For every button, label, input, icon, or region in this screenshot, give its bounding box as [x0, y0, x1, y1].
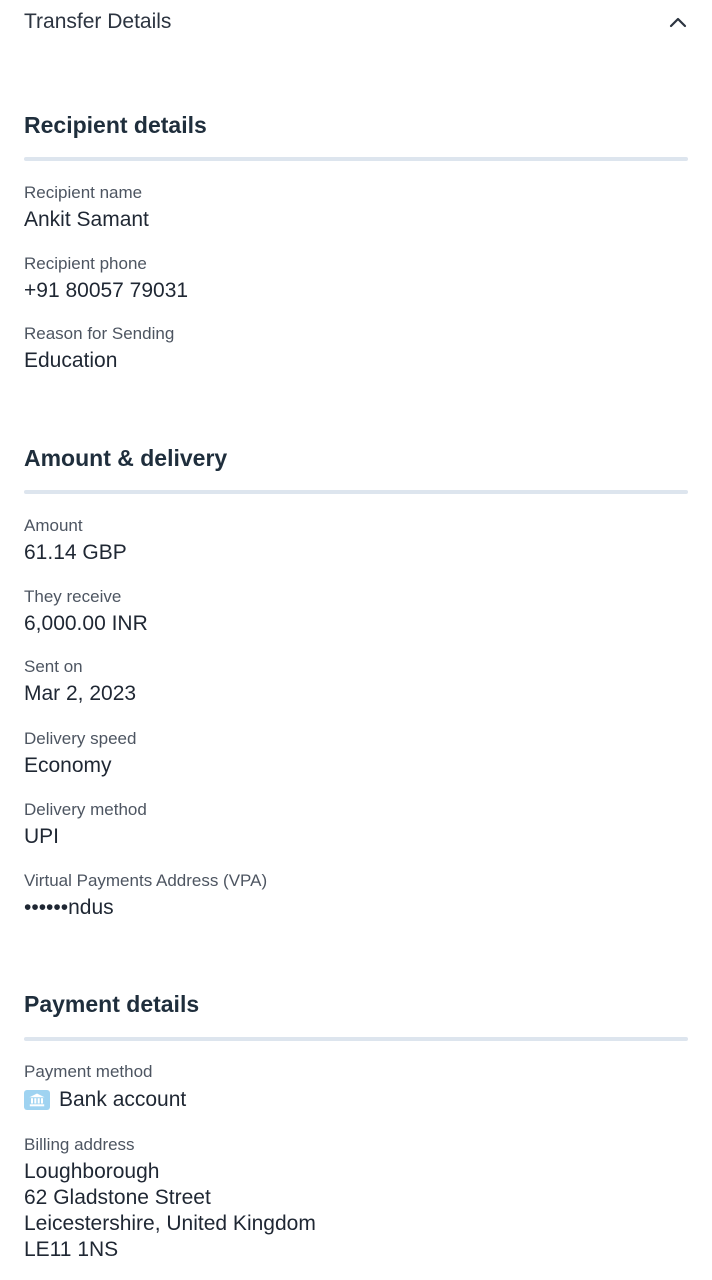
amount-divider	[24, 490, 688, 494]
billing-address-line: LE11 1NS	[24, 1238, 119, 1261]
recipient-name-value: Ankit Samant	[24, 208, 149, 231]
chevron-up-icon	[662, 6, 694, 38]
recipient-phone-value: +91 80057 79031	[24, 279, 189, 302]
they-receive-label: They receive	[24, 587, 122, 606]
bank-icon	[24, 1090, 50, 1110]
amount-delivery-title: Amount & delivery	[24, 445, 228, 471]
header-title: Transfer Details	[24, 10, 172, 33]
vpa-label: Virtual Payments Address (VPA)	[24, 871, 268, 890]
amount-label: Amount	[24, 516, 83, 535]
sent-on-value: Mar 2, 2023	[24, 682, 137, 705]
payment-divider	[24, 1037, 688, 1041]
transfer-details-header[interactable]: Transfer Details	[0, 0, 712, 48]
billing-address-line: Loughborough	[24, 1160, 160, 1183]
payment-method-label: Payment method	[24, 1062, 153, 1081]
payment-method-value: Bank account	[24, 1087, 186, 1113]
recipient-details-title: Recipient details	[24, 112, 207, 138]
vpa-value: ••••••ndus	[24, 896, 114, 919]
recipient-phone-label: Recipient phone	[24, 254, 147, 273]
recipient-divider	[24, 157, 688, 161]
bank-account-label: Bank account	[59, 1088, 187, 1111]
payment-details-title: Payment details	[24, 991, 200, 1017]
delivery-method-value: UPI	[24, 825, 60, 848]
billing-address-line: Leicestershire, United Kingdom	[24, 1212, 316, 1235]
billing-address: Loughborough 62 Gladstone Street Leicest…	[24, 1159, 316, 1263]
amount-value: 61.14 GBP	[24, 541, 127, 564]
sent-on-label: Sent on	[24, 657, 83, 676]
they-receive-value: 6,000.00 INR	[24, 612, 148, 635]
billing-address-label: Billing address	[24, 1135, 135, 1154]
reason-label: Reason for Sending	[24, 324, 175, 343]
delivery-speed-value: Economy	[24, 754, 112, 777]
recipient-name-label: Recipient name	[24, 183, 143, 202]
delivery-speed-label: Delivery speed	[24, 729, 137, 748]
collapse-button[interactable]	[662, 6, 694, 38]
billing-address-line: 62 Gladstone Street	[24, 1186, 211, 1209]
delivery-method-label: Delivery method	[24, 800, 147, 819]
reason-value: Education	[24, 349, 118, 372]
